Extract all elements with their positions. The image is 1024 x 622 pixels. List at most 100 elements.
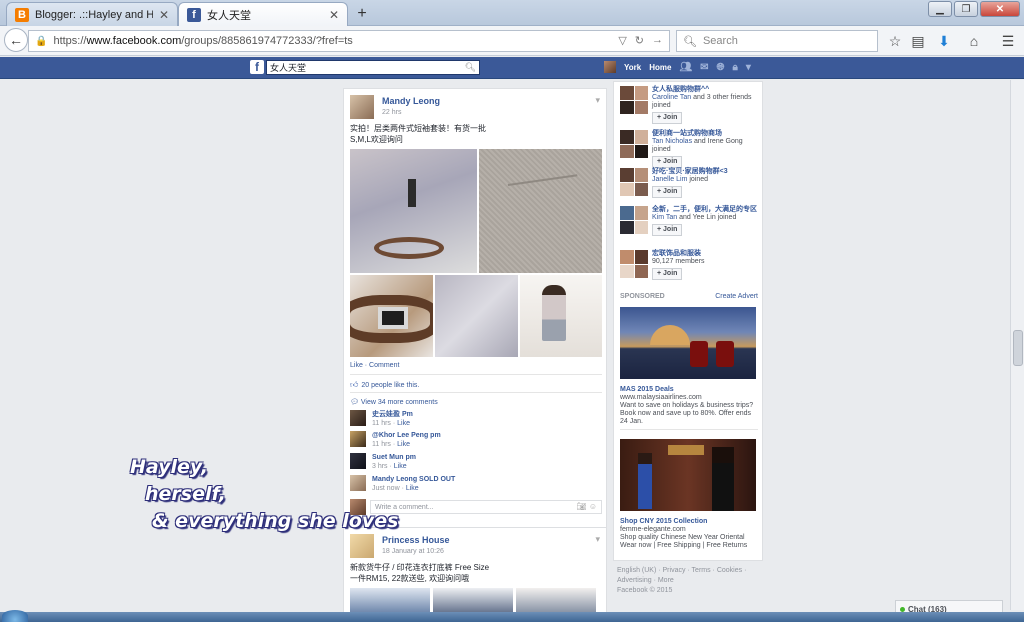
bookmark-star-icon[interactable]: ☆ xyxy=(885,31,905,51)
friend-name[interactable]: Janelle Lim xyxy=(652,176,687,183)
post-options-icon[interactable]: ▾ xyxy=(595,95,600,106)
vertical-scrollbar[interactable] xyxy=(1010,80,1024,610)
like-summary[interactable]: 👍︎ 20 people like this. xyxy=(350,380,419,390)
post-author[interactable]: Mandy Leong xyxy=(382,96,440,106)
group-name[interactable]: 女人私服购物群^^ xyxy=(652,86,760,94)
ad-url[interactable]: www.malaysiaairlines.com xyxy=(620,394,758,402)
view-more-comments-link[interactable]: 💬︎ View 34 more comments xyxy=(350,398,438,406)
ad-title[interactable]: Shop CNY 2015 Collection xyxy=(620,518,758,526)
sponsored-label: SPONSORED xyxy=(620,293,665,300)
privacy-shortcuts-icon[interactable]: 🔒︎ xyxy=(733,62,738,73)
messages-icon[interactable]: ✉ xyxy=(700,62,708,73)
friend-name[interactable]: Caroline Tan xyxy=(652,94,691,101)
home-link[interactable]: Home xyxy=(649,63,671,72)
comment-bubble-icon: 💬︎ xyxy=(350,399,359,406)
avatar[interactable] xyxy=(350,431,366,447)
maximize-button[interactable]: ❐ xyxy=(954,1,978,17)
avatar[interactable] xyxy=(350,475,366,491)
ad-text[interactable]: Shop CNY 2015 Collection femme-elegante.… xyxy=(620,518,758,550)
group-member-avatars[interactable] xyxy=(620,168,648,196)
group-name[interactable]: 宏联饰品和服装 xyxy=(652,250,760,258)
avatar[interactable] xyxy=(604,61,616,73)
camera-icon[interactable]: 📷︎ ☺ xyxy=(576,502,597,511)
address-bar[interactable]: 🔒 https://www.facebook.com/groups/885861… xyxy=(28,30,670,52)
post-photo[interactable] xyxy=(520,275,602,357)
post-author[interactable]: Princess House xyxy=(382,535,450,545)
friend-name[interactable]: Tan Nicholas xyxy=(652,138,692,145)
tab-blogger[interactable]: B Blogger: .::Hayley and Hers... ✕ xyxy=(6,2,178,26)
post-options-icon[interactable]: ▾ xyxy=(595,534,600,545)
close-window-button[interactable]: ✕ xyxy=(980,1,1020,17)
comment-like-link[interactable]: Like xyxy=(397,420,410,427)
comment-like-link[interactable]: Like xyxy=(397,441,410,448)
back-button[interactable]: ← xyxy=(4,28,28,52)
avatar[interactable] xyxy=(350,410,366,426)
comment-text[interactable]: 史云娃盈 Pm xyxy=(372,410,413,419)
facebook-search-input[interactable]: 女人天堂 🔍︎ xyxy=(266,60,480,75)
avatar[interactable] xyxy=(350,453,366,469)
post-photo[interactable] xyxy=(435,275,518,357)
close-tab-icon[interactable]: ✕ xyxy=(329,8,339,22)
ad-url[interactable]: femme-elegante.com xyxy=(620,526,758,534)
menu-icon[interactable]: ☰ xyxy=(998,31,1018,51)
new-tab-button[interactable]: + xyxy=(351,4,373,24)
comment-text[interactable]: @Khor Lee Peng pm xyxy=(372,431,441,440)
tab-facebook[interactable]: f 女人天堂 ✕ xyxy=(178,2,348,26)
minimize-button[interactable]: ▁ xyxy=(928,1,952,17)
tab-title: Blogger: .::Hayley and Hers... xyxy=(35,8,153,21)
group-name[interactable]: 好吃·宝贝·家居购物群<3 xyxy=(652,168,760,176)
scrollbar-thumb[interactable] xyxy=(1013,330,1023,366)
home-icon[interactable]: ⌂ xyxy=(964,31,984,51)
start-button[interactable] xyxy=(2,610,28,622)
ad-title[interactable]: MAS 2015 Deals xyxy=(620,386,758,394)
search-input[interactable]: 🔍︎ Search xyxy=(676,30,878,52)
window-controls: ▁ ❐ ✕ xyxy=(928,1,1020,17)
close-tab-icon[interactable]: ✕ xyxy=(159,8,169,22)
comment-like-link[interactable]: Like xyxy=(394,463,407,470)
post-timestamp[interactable]: 22 hrs xyxy=(382,109,440,116)
watermark-line: & everything she loves xyxy=(152,510,399,532)
friend-name[interactable]: Kim Tan xyxy=(652,214,677,221)
group-member-avatars[interactable] xyxy=(620,206,648,234)
ad-image[interactable] xyxy=(620,307,756,379)
profile-link[interactable]: York xyxy=(624,63,641,72)
downloads-icon[interactable]: ⬇ xyxy=(934,31,954,51)
dropdown-arrow-icon[interactable]: ▽ xyxy=(618,34,626,47)
post-photo[interactable] xyxy=(479,149,602,273)
ad-image[interactable] xyxy=(620,439,756,511)
footer-links[interactable]: Advertising · More xyxy=(617,576,767,586)
join-group-button[interactable]: + Join xyxy=(652,268,683,280)
join-group-button[interactable]: + Join xyxy=(652,186,683,198)
join-group-button[interactable]: + Join xyxy=(652,112,683,124)
forward-arrow-icon[interactable]: → xyxy=(652,34,663,47)
group-member-avatars[interactable] xyxy=(620,86,648,114)
reload-icon[interactable]: ↻ xyxy=(635,34,644,47)
friend-requests-icon[interactable]: 👥︎ xyxy=(679,62,692,73)
post-timestamp[interactable]: 18 January at 10:26 xyxy=(382,548,450,555)
join-group-button[interactable]: + Join xyxy=(652,156,683,168)
notifications-icon[interactable]: 🌐︎ xyxy=(717,62,725,73)
comment-like-link[interactable]: Like xyxy=(406,485,419,492)
windows-taskbar xyxy=(0,612,1024,622)
group-member-avatars[interactable] xyxy=(620,130,648,158)
post-actions[interactable]: Like · Comment xyxy=(350,362,399,369)
post-photo[interactable] xyxy=(350,275,433,357)
search-icon[interactable]: 🔍︎ xyxy=(465,62,476,73)
comment-text[interactable]: Suet Mun pm xyxy=(372,453,416,462)
create-advert-link[interactable]: Create Advert xyxy=(715,293,758,300)
footer-links[interactable]: English (UK) · Privacy · Terms · Cookies… xyxy=(617,566,767,576)
facebook-logo-icon[interactable]: f xyxy=(250,60,264,74)
comment-text[interactable]: Mandy Leong SOLD OUT xyxy=(372,475,455,484)
avatar[interactable] xyxy=(350,95,374,119)
post-card: Princess House 18 January at 10:26 ▾ 新款货… xyxy=(343,527,607,622)
bookmarks-list-icon[interactable]: ▤ xyxy=(908,31,928,51)
avatar[interactable] xyxy=(350,534,374,558)
join-group-button[interactable]: + Join xyxy=(652,224,683,236)
account-menu-icon[interactable]: ▾ xyxy=(746,62,751,73)
group-name[interactable]: 全新，二手，便利，大满足的专区 xyxy=(652,206,760,214)
ad-text[interactable]: MAS 2015 Deals www.malaysiaairlines.com … xyxy=(620,386,758,426)
group-name[interactable]: 便利商一站式购物商场 xyxy=(652,130,760,138)
comment-input[interactable]: Write a comment... 📷︎ ☺ xyxy=(370,500,602,514)
group-member-avatars[interactable] xyxy=(620,250,648,278)
post-photo[interactable] xyxy=(350,149,477,273)
